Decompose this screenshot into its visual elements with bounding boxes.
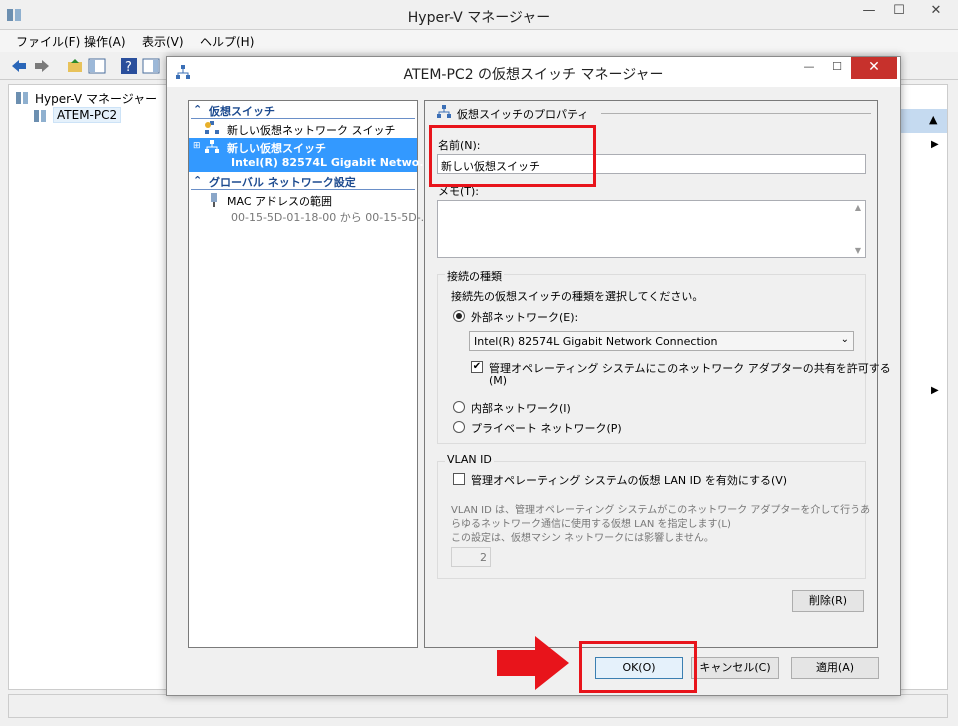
collapse-up-icon[interactable]: ▲ bbox=[929, 113, 937, 126]
radio-external-label: 外部ネットワーク(E): bbox=[471, 311, 579, 324]
hyperv-manager-icon bbox=[15, 91, 29, 108]
dialog-minimize-button[interactable]: — bbox=[797, 57, 821, 79]
collapse-icon: ⌃ bbox=[193, 174, 203, 187]
list-item-new-network-switch[interactable]: 新しい仮想ネットワーク スイッチ bbox=[205, 121, 415, 137]
vlan-id-input[interactable]: 2 bbox=[451, 547, 491, 567]
maximize-button[interactable]: ☐ bbox=[884, 0, 914, 24]
category-virtual-switch[interactable]: ⌃ 仮想スイッチ bbox=[191, 103, 415, 119]
menu-file[interactable]: ファイル(F) bbox=[16, 33, 80, 50]
radio-external-network[interactable] bbox=[453, 310, 465, 322]
actions-pane: ▲ ▶ ▶ bbox=[898, 84, 948, 690]
console-tree: Hyper-V マネージャー ATEM-PC2 bbox=[8, 84, 168, 690]
scroll-down-icon[interactable]: ▼ bbox=[855, 246, 861, 255]
server-icon bbox=[33, 109, 47, 126]
status-bar bbox=[8, 694, 948, 718]
list-item-mac-range[interactable]: MAC アドレスの範囲 00-15-5D-01-18-00 から 00-15-5… bbox=[209, 193, 431, 225]
list-item-selected-switch[interactable]: ⊞ 新しい仮想スイッチ Intel(R) 82574L Gigabit Netw… bbox=[189, 138, 432, 172]
share-adapter-label-2: (M) bbox=[489, 374, 508, 387]
properties-section-title: 仮想スイッチのプロパティ bbox=[457, 108, 589, 121]
main-title-bar: Hyper-V マネージャー — ☐ ✕ bbox=[0, 0, 958, 30]
submenu-arrow-icon[interactable]: ▶ bbox=[931, 139, 939, 150]
share-adapter-checkbox[interactable]: ✔ bbox=[471, 361, 483, 373]
vlan-enable-label: 管理オペレーティング システムの仮想 LAN ID を有効にする(V) bbox=[471, 474, 788, 487]
radio-internal-network[interactable] bbox=[453, 401, 465, 413]
menu-help[interactable]: ヘルプ(H) bbox=[200, 33, 254, 50]
vlan-description-2: らゆるネットワーク通信に使用する仮想 LAN を指定します(L) bbox=[451, 519, 731, 530]
add-switch-icon bbox=[205, 121, 219, 138]
selected-switch-name: 新しい仮想スイッチ bbox=[227, 142, 326, 155]
menu-view[interactable]: 表示(V) bbox=[142, 33, 184, 50]
share-adapter-label-1: 管理オペレーティング システムにこのネットワーク アダプターの共有を許可する bbox=[489, 362, 891, 375]
vlan-description-3: この設定は、仮想マシン ネットワークには影響しません。 bbox=[451, 533, 714, 544]
menu-action[interactable]: 操作(A) bbox=[84, 33, 126, 50]
vlan-enable-checkbox[interactable] bbox=[453, 473, 465, 485]
submenu-arrow-icon[interactable]: ▶ bbox=[931, 385, 939, 396]
vlan-description-1: VLAN ID は、管理オペレーティング システムがこのネットワーク アダプター… bbox=[451, 505, 871, 516]
svg-text:?: ? bbox=[125, 60, 132, 75]
dialog-title: ATEM-PC2 の仮想スイッチ マネージャー bbox=[403, 67, 664, 83]
category-global-network[interactable]: ⌃ グローバル ネットワーク設定 bbox=[191, 174, 415, 190]
radio-private-label: プライベート ネットワーク(P) bbox=[471, 422, 622, 435]
red-arrow-icon bbox=[497, 636, 571, 693]
memo-textarea[interactable]: ▲ ▼ bbox=[437, 200, 866, 258]
switch-properties-icon bbox=[437, 105, 451, 122]
radio-private-network[interactable] bbox=[453, 421, 465, 433]
help-icon[interactable]: ? bbox=[120, 57, 138, 75]
switch-list-panel: ⌃ 仮想スイッチ 新しい仮想ネットワーク スイッチ ⊞ 新しい仮想スイッチ In… bbox=[188, 100, 432, 648]
menu-bar: ファイル(F) 操作(A) 表示(V) ヘルプ(H) bbox=[0, 30, 958, 52]
cancel-button[interactable]: キャンセル(C) bbox=[691, 657, 779, 679]
expand-icon[interactable]: ⊞ bbox=[193, 141, 201, 151]
dialog-title-bar: ATEM-PC2 の仮想スイッチ マネージャー — ☐ ✕ bbox=[167, 57, 900, 87]
dialog-close-button[interactable]: ✕ bbox=[851, 57, 897, 79]
radio-internal-label: 内部ネットワーク(I) bbox=[471, 402, 571, 415]
name-highlight-box bbox=[429, 125, 596, 187]
connection-type-prompt: 接続先の仮想スイッチの種類を選択してください。 bbox=[451, 290, 704, 303]
main-window-title: Hyper-V マネージャー bbox=[407, 10, 551, 26]
show-hide-action-pane-icon[interactable] bbox=[142, 57, 160, 75]
connection-type-title: 接続の種類 bbox=[445, 268, 504, 284]
apply-button[interactable]: 適用(A) bbox=[791, 657, 879, 679]
switch-icon bbox=[205, 140, 219, 157]
back-icon[interactable] bbox=[10, 57, 28, 75]
folder-up-icon[interactable] bbox=[66, 57, 84, 75]
main-close-button[interactable]: ✕ bbox=[914, 0, 958, 24]
tree-server-node[interactable]: ATEM-PC2 bbox=[53, 107, 122, 123]
dialog-maximize-button[interactable]: ☐ bbox=[825, 57, 849, 79]
ok-highlight-box bbox=[579, 641, 697, 693]
virtual-switch-manager-dialog: ATEM-PC2 の仮想スイッチ マネージャー — ☐ ✕ ⌃ 仮想スイッチ 新… bbox=[166, 56, 901, 696]
mac-adapter-icon bbox=[209, 193, 219, 210]
forward-icon[interactable] bbox=[33, 57, 51, 75]
collapse-icon: ⌃ bbox=[193, 103, 203, 116]
selected-switch-adapter: Intel(R) 82574L Gigabit Netwo... bbox=[231, 156, 432, 169]
delete-button[interactable]: 削除(R) bbox=[792, 590, 864, 612]
tree-root-label[interactable]: Hyper-V マネージャー bbox=[35, 90, 157, 107]
show-hide-tree-icon[interactable] bbox=[88, 57, 106, 75]
network-adapter-select[interactable]: Intel(R) 82574L Gigabit Network Connecti… bbox=[469, 331, 854, 351]
actions-header: ▲ bbox=[899, 109, 947, 133]
scroll-up-icon[interactable]: ▲ bbox=[855, 203, 861, 212]
section-divider bbox=[601, 113, 871, 114]
minimize-button[interactable]: — bbox=[854, 0, 884, 24]
vlan-group-title: VLAN ID bbox=[445, 453, 494, 466]
chevron-down-icon: ⌄ bbox=[840, 334, 849, 345]
